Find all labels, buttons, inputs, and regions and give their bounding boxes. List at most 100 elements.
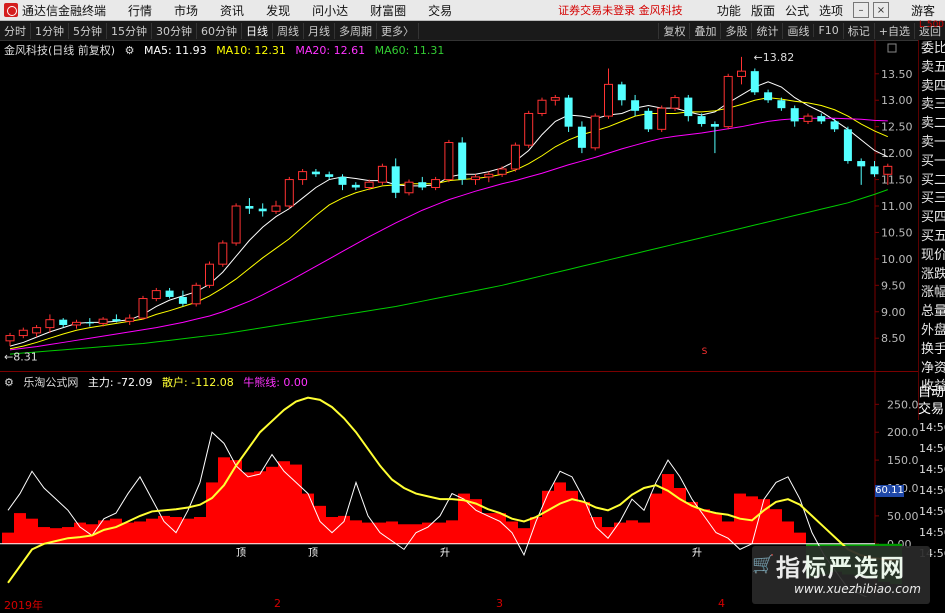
- side-item-ask3[interactable]: 卖三: [919, 96, 945, 115]
- period-tab-monthly[interactable]: 月线: [304, 22, 335, 39]
- period-tab-daily[interactable]: 日线: [242, 22, 273, 39]
- side-item-change[interactable]: 涨跌: [919, 266, 945, 285]
- side-item-ask4[interactable]: 卖四: [919, 78, 945, 97]
- candle-body: [790, 108, 799, 122]
- main-force-bar: [302, 493, 314, 544]
- side-item-bid5[interactable]: 买五: [919, 228, 945, 247]
- side-item-ask2[interactable]: 卖二: [919, 115, 945, 134]
- menu-item-options[interactable]: 选项: [819, 2, 843, 19]
- candle-body: [45, 319, 55, 329]
- auto-trade-button[interactable]: 自动交易: [918, 384, 945, 418]
- candle-body: [564, 97, 573, 127]
- minimize-icon[interactable]: –: [852, 2, 869, 18]
- main-force-bar: [494, 513, 506, 544]
- close-icon[interactable]: ×: [872, 2, 889, 18]
- menu-item-market[interactable]: 市场: [174, 2, 198, 19]
- period-tab-60min[interactable]: 60分钟: [197, 22, 242, 39]
- candle-body: [484, 173, 494, 178]
- ma10-value: MA10: 12.31: [216, 44, 286, 57]
- period-tab-more[interactable]: 更多〉: [377, 22, 419, 39]
- menu-item-quotes[interactable]: 行情: [128, 2, 152, 19]
- adjust-button[interactable]: 复权: [658, 22, 689, 39]
- ma60-value: MA60: 11.31: [374, 44, 445, 57]
- main-force-bar: [278, 461, 290, 544]
- period-tab-15min[interactable]: 15分钟: [107, 22, 152, 39]
- side-item-net-asset[interactable]: 净资: [919, 360, 945, 379]
- period-tab-multi[interactable]: 多周期: [335, 22, 377, 39]
- candle-body: [112, 319, 121, 322]
- low-price-label: ←8.31: [4, 351, 38, 364]
- price-chart[interactable]: 8.50 9.00 9.50 10.00 10.50 11.00 11.50 12.00 12.…: [0, 40, 918, 372]
- ma20-value: MA20: 12.61: [295, 44, 366, 57]
- watermark-title: 指标严选网: [776, 554, 906, 582]
- main-force-bar: [206, 482, 218, 544]
- period-tab-1min[interactable]: 1分钟: [31, 22, 69, 39]
- y-tick-label: 13.50: [881, 68, 913, 81]
- candle-body: [98, 318, 108, 324]
- menu-item-function[interactable]: 功能: [717, 2, 741, 19]
- main-force-bar: [422, 522, 434, 544]
- candle-body: [830, 121, 839, 130]
- side-item-turnover[interactable]: 换手: [919, 341, 945, 360]
- x-tick-label: 2019年: [4, 599, 43, 612]
- side-item-change-pct[interactable]: 涨幅: [919, 284, 945, 303]
- candle-body: [684, 97, 693, 117]
- menu-item-trade[interactable]: 交易: [428, 2, 452, 19]
- period-tab-5min[interactable]: 5分钟: [69, 22, 107, 39]
- y-tick-label: 13.00: [881, 94, 913, 107]
- retail-value: 散户: -112.08: [162, 376, 234, 389]
- menu-item-news[interactable]: 资讯: [220, 2, 244, 19]
- period-tab-weekly[interactable]: 周线: [273, 22, 304, 39]
- quote-side-panel: 委比 卖五 卖四 卖三 卖二 卖一 买一 买二 买三 买四 买五 现价 涨跌 涨…: [918, 40, 945, 420]
- candle-body: [138, 298, 148, 319]
- side-item-bid3[interactable]: 买三: [919, 190, 945, 209]
- login-warning[interactable]: 证券交易未登录 金风科技: [558, 2, 683, 18]
- menu-item-discover[interactable]: 发现: [266, 2, 290, 19]
- candle-body: [151, 290, 161, 300]
- main-force-bar: [362, 522, 374, 544]
- candle-body: [550, 97, 560, 101]
- menu-item-formula[interactable]: 公式: [785, 2, 809, 19]
- side-item-volume[interactable]: 总量: [919, 303, 945, 322]
- side-item-price[interactable]: 现价: [919, 247, 945, 266]
- y-tick-label: 11.00: [881, 200, 913, 213]
- y-tick-label: 12.00: [881, 147, 913, 160]
- main-force-bar: [134, 521, 146, 544]
- main-force-bar: [638, 522, 650, 544]
- main-force-bar: [38, 527, 50, 544]
- side-item-bid2[interactable]: 买二: [919, 172, 945, 191]
- candle-body: [657, 107, 667, 130]
- settings-icon[interactable]: ⚙: [125, 44, 135, 57]
- indicator-settings-icon[interactable]: ⚙: [4, 376, 14, 389]
- side-item-bid4[interactable]: 买四: [919, 209, 945, 228]
- main-force-bar: [446, 520, 458, 544]
- menu-item-ask[interactable]: 问小达: [312, 2, 348, 19]
- x-tick-label: 4: [718, 597, 725, 610]
- mark-button[interactable]: 标记: [842, 22, 874, 39]
- candle-body: [644, 110, 653, 130]
- side-item-outer[interactable]: 外盘: [919, 322, 945, 341]
- side-item-bid1[interactable]: 买一: [919, 153, 945, 172]
- candle-body: [883, 165, 893, 175]
- menu-item-wealth[interactable]: 财富圈: [370, 2, 406, 19]
- overlay-button[interactable]: 叠加: [689, 22, 720, 39]
- candle-body: [764, 92, 773, 101]
- main-force-bar: [602, 527, 614, 544]
- multi-stock-button[interactable]: 多股: [720, 22, 751, 39]
- stats-button[interactable]: 统计: [751, 22, 782, 39]
- side-item-bid-ratio[interactable]: 委比: [919, 40, 945, 59]
- f10-button[interactable]: F10: [813, 24, 842, 37]
- guest-user[interactable]: 游客: [911, 2, 935, 19]
- draw-line-button[interactable]: 画线: [782, 22, 813, 39]
- menu-item-layout[interactable]: 版面: [751, 2, 775, 19]
- side-item-ask5[interactable]: 卖五: [919, 59, 945, 78]
- time-label: 14:56: [919, 505, 945, 518]
- period-tab-30min[interactable]: 30分钟: [152, 22, 197, 39]
- period-tab-minute[interactable]: 分时: [0, 22, 31, 39]
- watermark-url: www.xuezhibiao.com: [794, 582, 921, 596]
- main-force-bar: [242, 472, 254, 544]
- restore-icon: [887, 43, 897, 53]
- side-item-ask1[interactable]: 卖一: [919, 134, 945, 153]
- main-force-bar: [266, 466, 278, 544]
- add-watchlist-button[interactable]: +自选: [873, 22, 914, 39]
